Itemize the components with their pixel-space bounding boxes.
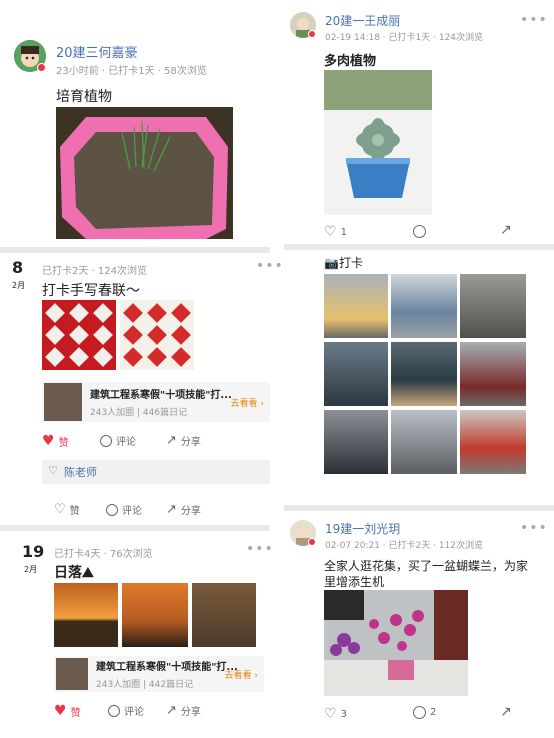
post-image[interactable] [460, 342, 526, 406]
post-day: 19 [22, 542, 45, 561]
divider [284, 505, 554, 511]
comment-button[interactable]: 评论 [100, 433, 136, 448]
heart-outline-icon: ♡ [48, 464, 58, 477]
more-icon[interactable]: ••• [246, 541, 274, 557]
post-image[interactable] [391, 342, 457, 406]
author-name[interactable]: 20建三何嘉豪 [56, 42, 138, 61]
share-icon[interactable]: ↗ [500, 222, 512, 238]
post-image[interactable] [122, 583, 188, 647]
heart-outline-icon: ♡ [324, 706, 337, 722]
heart-outline-icon: ♡ [324, 224, 337, 240]
post-image[interactable] [324, 274, 388, 338]
heart-icon: ♥ [42, 433, 55, 449]
project-thumbnail [44, 383, 82, 421]
comment-icon[interactable] [413, 225, 426, 238]
like-button[interactable]: ♥ 赞 [42, 433, 69, 449]
post-image[interactable] [120, 300, 194, 370]
comment-icon [108, 704, 120, 717]
post-image[interactable] [391, 274, 457, 338]
post-text: 多肉植物 [324, 54, 377, 69]
divider [0, 525, 270, 531]
post-text: 培育植物 [56, 89, 112, 105]
project-stats: 243人加圈 | 442篇日记 [96, 680, 194, 690]
post-meta: 02-07 20:21 · 已打卡2天 · 112次浏览 [325, 541, 484, 551]
divider [284, 244, 554, 250]
like-button[interactable]: ♡ 赞 [54, 502, 80, 517]
like-button[interactable]: ♥ 赞 [54, 703, 81, 719]
project-thumbnail [56, 658, 88, 690]
comment-icon [106, 503, 118, 516]
share-icon: ↗ [166, 502, 177, 517]
post-text: 打卡手写春联～ [42, 283, 140, 299]
project-card[interactable]: 建筑工程系寒假"十项技能"打... 243人加圈 | 442篇日记 去看看 › [54, 656, 264, 692]
share-button[interactable]: ↗ 分享 [166, 433, 201, 448]
project-title: 建筑工程系寒假"十项技能"打... [90, 390, 232, 401]
post-text: 📷打卡 [324, 256, 363, 270]
more-icon[interactable]: ••• [520, 12, 548, 28]
post-image[interactable] [56, 107, 233, 239]
liker-name[interactable]: 陈老师 [64, 464, 97, 480]
post-month: 2月 [24, 565, 38, 574]
post-image[interactable] [54, 583, 118, 647]
more-icon[interactable]: ••• [256, 258, 284, 274]
project-title: 建筑工程系寒假"十项技能"打... [96, 662, 238, 673]
like-button[interactable]: ♡ 3 [324, 706, 347, 722]
post-image[interactable] [460, 410, 526, 474]
post-image[interactable] [391, 410, 457, 474]
post-meta: 已打卡2天 · 124次浏览 [42, 266, 147, 277]
comment-button[interactable]: 评论 [108, 703, 144, 718]
more-icon[interactable]: ••• [520, 520, 548, 536]
comment-icon [413, 706, 426, 719]
share-icon[interactable]: ↗ [500, 704, 512, 720]
post-image[interactable] [324, 590, 468, 696]
post-image[interactable] [42, 300, 116, 370]
heart-outline-icon: ♡ [54, 502, 66, 517]
post-meta: 已打卡4天 · 76次浏览 [54, 549, 153, 560]
post-day: 8 [12, 258, 24, 277]
go-link[interactable]: 去看看 › [225, 668, 258, 681]
post-image[interactable] [324, 70, 432, 215]
post-meta: 23小时前 · 已打卡1天 · 58次浏览 [56, 66, 207, 77]
post-image[interactable] [324, 410, 388, 474]
author-name[interactable]: 20建一王成丽 [325, 12, 400, 29]
project-stats: 243人加圈 | 446篇日记 [90, 408, 188, 418]
comment-icon [100, 434, 112, 447]
share-icon: ↗ [166, 703, 177, 718]
badge-icon [308, 30, 316, 38]
heart-icon: ♥ [54, 703, 67, 719]
badge-icon [37, 63, 46, 72]
post-image[interactable] [324, 342, 388, 406]
post-image[interactable] [460, 274, 526, 338]
comment-button[interactable]: 评论 [106, 502, 142, 517]
post-month: 2月 [12, 281, 26, 290]
share-button[interactable]: ↗ 分享 [166, 703, 201, 718]
like-button[interactable]: ♡ 1 [324, 224, 347, 240]
go-link[interactable]: 去看看 › [231, 396, 264, 409]
author-name[interactable]: 19建一刘光玥 [325, 520, 400, 537]
comment-button[interactable]: 2 [413, 706, 436, 719]
post-text: 日落⛰ [54, 565, 94, 581]
badge-icon [308, 538, 316, 546]
post-image[interactable] [192, 583, 256, 647]
post-meta: 02-19 14:18 · 已打卡1天 · 124次浏览 [325, 33, 484, 43]
post-text: 全家人逛花集，买了一盆蝴蝶兰，为家里增添生机 [324, 559, 529, 589]
divider [0, 247, 270, 253]
share-icon: ↗ [166, 433, 177, 448]
project-card[interactable]: 建筑工程系寒假"十项技能"打... 243人加圈 | 446篇日记 去看看 › [42, 382, 270, 422]
share-button[interactable]: ↗ 分享 [166, 502, 201, 517]
